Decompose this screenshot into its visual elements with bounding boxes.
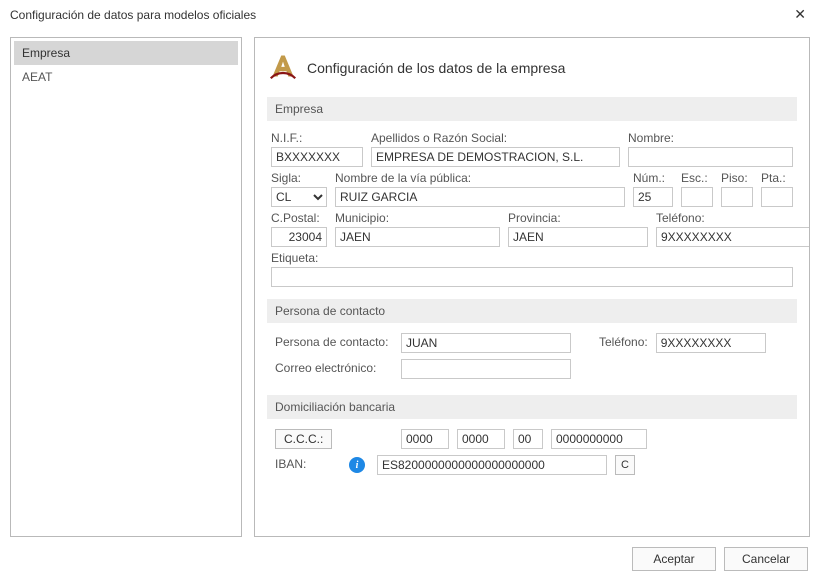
main-panel: Configuración de los datos de la empresa…: [254, 37, 810, 537]
sigla-select[interactable]: CL: [271, 187, 327, 207]
piso-label: Piso:: [721, 171, 753, 185]
etiqueta-input[interactable]: [271, 267, 793, 287]
nif-label: N.I.F.:: [271, 131, 363, 145]
panel-header: Configuración de los datos de la empresa: [267, 48, 797, 97]
municipio-input[interactable]: [335, 227, 500, 247]
ccc-branch-input[interactable]: [457, 429, 505, 449]
num-input[interactable]: [633, 187, 673, 207]
provincia-label: Provincia:: [508, 211, 648, 225]
municipio-label: Municipio:: [335, 211, 500, 225]
pta-label: Pta.:: [761, 171, 793, 185]
section-header-contacto: Persona de contacto: [267, 299, 797, 323]
accept-button[interactable]: Aceptar: [632, 547, 716, 571]
esc-label: Esc.:: [681, 171, 713, 185]
etiqueta-label: Etiqueta:: [271, 251, 793, 265]
ccc-dc-input[interactable]: [513, 429, 543, 449]
correo-label: Correo electrónico:: [275, 361, 393, 375]
ccc-account-input[interactable]: [551, 429, 647, 449]
persona-label: Persona de contacto:: [275, 335, 393, 349]
empresa-form: N.I.F.: Apellidos o Razón Social: Nombre…: [267, 129, 797, 299]
nombre-label: Nombre:: [628, 131, 793, 145]
cpostal-input[interactable]: [271, 227, 327, 247]
sidebar-item-empresa[interactable]: Empresa: [14, 41, 238, 65]
sidebar-item-label: Empresa: [22, 46, 70, 60]
close-icon[interactable]: ✕: [790, 6, 810, 23]
telefono-label: Teléfono:: [656, 211, 810, 225]
sidebar-item-aeat[interactable]: AEAT: [14, 65, 238, 89]
correo-input[interactable]: [401, 359, 571, 379]
dialog-footer: Aceptar Cancelar: [632, 547, 808, 571]
cancel-button[interactable]: Cancelar: [724, 547, 808, 571]
ccc-bank-input[interactable]: [401, 429, 449, 449]
sigla-label: Sigla:: [271, 171, 327, 185]
iban-input[interactable]: [377, 455, 607, 475]
sidebar: Empresa AEAT: [10, 37, 242, 537]
ccc-button[interactable]: C.C.C.:: [275, 429, 332, 449]
nif-input[interactable]: [271, 147, 363, 167]
num-label: Núm.:: [633, 171, 673, 185]
esc-input[interactable]: [681, 187, 713, 207]
banco-form: C.C.C.: IBAN: i C: [267, 427, 797, 491]
cpostal-label: C.Postal:: [271, 211, 327, 225]
aeat-logo-icon: [269, 52, 297, 83]
info-icon[interactable]: i: [349, 457, 365, 473]
iban-check-button[interactable]: C: [615, 455, 635, 475]
title-bar: Configuración de datos para modelos ofic…: [0, 0, 820, 29]
contacto-telefono-input[interactable]: [656, 333, 766, 353]
persona-input[interactable]: [401, 333, 571, 353]
provincia-input[interactable]: [508, 227, 648, 247]
via-input[interactable]: [335, 187, 625, 207]
piso-input[interactable]: [721, 187, 753, 207]
nombre-input[interactable]: [628, 147, 793, 167]
iban-label: IBAN:: [275, 457, 341, 471]
panel-title: Configuración de los datos de la empresa: [307, 60, 565, 76]
contacto-telefono-label: Teléfono:: [599, 335, 648, 349]
via-label: Nombre de la vía pública:: [335, 171, 625, 185]
razon-label: Apellidos o Razón Social:: [371, 131, 620, 145]
razon-input[interactable]: [371, 147, 620, 167]
section-header-empresa: Empresa: [267, 97, 797, 121]
pta-input[interactable]: [761, 187, 793, 207]
telefono-input[interactable]: [656, 227, 810, 247]
sidebar-item-label: AEAT: [22, 70, 52, 84]
content-area: Empresa AEAT Configuración de los datos …: [0, 29, 820, 537]
section-header-banco: Domiciliación bancaria: [267, 395, 797, 419]
window-title: Configuración de datos para modelos ofic…: [10, 8, 256, 22]
contacto-form: Persona de contacto: Teléfono: Correo el…: [267, 331, 797, 395]
